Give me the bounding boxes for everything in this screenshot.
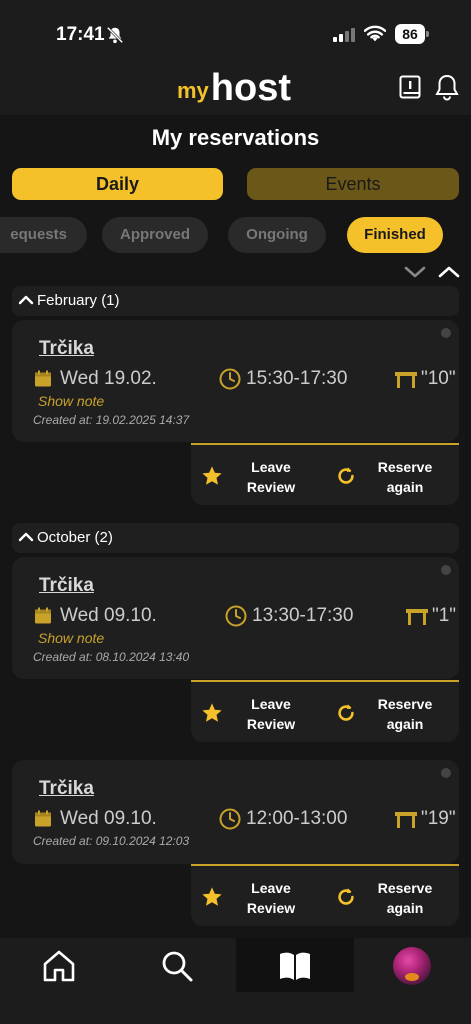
- reservation-time: 12:00-13:00: [246, 808, 348, 829]
- reservation-details: Wed 19.02. 15:30-17:30 "10": [34, 368, 456, 394]
- cellular-signal-icon: [333, 28, 355, 42]
- filter-approved[interactable]: Approved: [102, 217, 208, 253]
- reservation-details: Wed 09.10. 12:00-13:00 "19": [34, 808, 456, 834]
- status-dot: [441, 565, 451, 575]
- battery-indicator: 86: [395, 24, 429, 44]
- reservations-book-icon: [280, 952, 310, 980]
- month-group-header[interactable]: February (1): [12, 286, 459, 316]
- reserve-again-icon: [338, 888, 354, 905]
- venue-name-link[interactable]: Trčika: [39, 338, 94, 360]
- app-header: my host: [0, 60, 471, 115]
- tab-daily[interactable]: Daily: [12, 168, 223, 200]
- chevron-up-icon: [18, 532, 34, 542]
- bell-icon[interactable]: [434, 73, 460, 101]
- reserve-again-button[interactable]: Reserve again: [369, 694, 441, 734]
- created-at: Created at: 08.10.2024 13:40: [33, 650, 190, 664]
- filter-requests[interactable]: equests: [0, 217, 87, 253]
- created-at: Created at: 19.02.2025 14:37: [33, 413, 190, 427]
- month-label: October (2): [37, 529, 113, 546]
- month-label: February (1): [37, 292, 120, 309]
- reservation-card[interactable]: Trčika Wed 09.10. 12:00-13:00 "19" Creat…: [12, 760, 459, 864]
- nav-home[interactable]: [0, 938, 118, 992]
- status-filter-bar: equests Approved Ongoing Finished: [0, 217, 471, 253]
- search-icon: [162, 951, 193, 982]
- status-dot: [441, 328, 451, 338]
- reservation-actions: Leave Review Reserve again: [191, 443, 459, 505]
- tab-events[interactable]: Events: [247, 168, 459, 200]
- reservation-date: Wed 09.10.: [60, 808, 157, 829]
- month-group-header[interactable]: October (2): [12, 523, 459, 553]
- created-at: Created at: 09.10.2024 12:03: [33, 834, 190, 848]
- table-icon: [406, 609, 428, 625]
- reservation-date: Wed 19.02.: [60, 368, 157, 389]
- table-number: "19": [421, 808, 456, 829]
- clock-icon: [225, 605, 247, 627]
- myhost-logo: my host: [177, 67, 292, 109]
- table-number: "1": [432, 605, 457, 626]
- page-title: My reservations: [151, 125, 320, 150]
- star-icon: [202, 703, 222, 722]
- info-book-icon[interactable]: [399, 75, 421, 99]
- venue-name-link[interactable]: Trčika: [39, 778, 94, 800]
- leave-review-button[interactable]: Leave Review: [237, 878, 305, 918]
- leave-review-button[interactable]: Leave Review: [237, 457, 305, 497]
- filter-finished[interactable]: Finished: [347, 217, 443, 253]
- reservation-time: 13:30-17:30: [252, 605, 354, 626]
- home-icon: [43, 950, 75, 982]
- wifi-icon: [364, 25, 386, 42]
- clock-icon: [219, 368, 241, 390]
- profile-avatar: [393, 947, 431, 985]
- filter-ongoing[interactable]: Ongoing: [228, 217, 326, 253]
- reserve-again-button[interactable]: Reserve again: [369, 457, 441, 497]
- expand-all-chevron-down-icon[interactable]: [404, 264, 426, 280]
- reserve-again-icon: [338, 704, 354, 721]
- reserve-again-icon: [338, 467, 354, 484]
- reservation-card[interactable]: Trčika Wed 19.02. 15:30-17:30 "10" Show …: [12, 320, 459, 442]
- status-time: 17:41: [56, 24, 105, 45]
- reserve-again-button[interactable]: Reserve again: [369, 878, 441, 918]
- leave-review-button[interactable]: Leave Review: [237, 694, 305, 734]
- bottom-navigation: [0, 938, 471, 1024]
- table-number: "10": [421, 368, 456, 389]
- nav-reservations[interactable]: [236, 938, 354, 992]
- calendar-icon: [35, 370, 51, 387]
- nav-search[interactable]: [118, 938, 236, 992]
- collapse-all-chevron-up-icon[interactable]: [438, 264, 460, 280]
- clock-icon: [219, 808, 241, 830]
- table-icon: [395, 812, 417, 828]
- reservation-time: 15:30-17:30: [246, 368, 348, 389]
- show-note-link[interactable]: Show note: [38, 393, 104, 409]
- status-dot: [441, 768, 451, 778]
- status-bar: 17:41 86: [0, 0, 471, 60]
- reservation-details: Wed 09.10. 13:30-17:30 "1": [34, 605, 456, 631]
- reservation-actions: Leave Review Reserve again: [191, 680, 459, 742]
- reservation-date: Wed 09.10.: [60, 605, 157, 626]
- chevron-up-icon: [18, 295, 34, 305]
- show-note-link[interactable]: Show note: [38, 630, 104, 646]
- nav-profile[interactable]: [353, 938, 471, 992]
- reservation-actions: Leave Review Reserve again: [191, 864, 459, 926]
- table-icon: [395, 372, 417, 388]
- bell-off-icon: [106, 26, 124, 44]
- reservation-card[interactable]: Trčika Wed 09.10. 13:30-17:30 "1" Show n…: [12, 557, 459, 679]
- calendar-icon: [35, 810, 51, 827]
- calendar-icon: [35, 607, 51, 624]
- star-icon: [202, 887, 222, 906]
- venue-name-link[interactable]: Trčika: [39, 575, 94, 597]
- star-icon: [202, 466, 222, 485]
